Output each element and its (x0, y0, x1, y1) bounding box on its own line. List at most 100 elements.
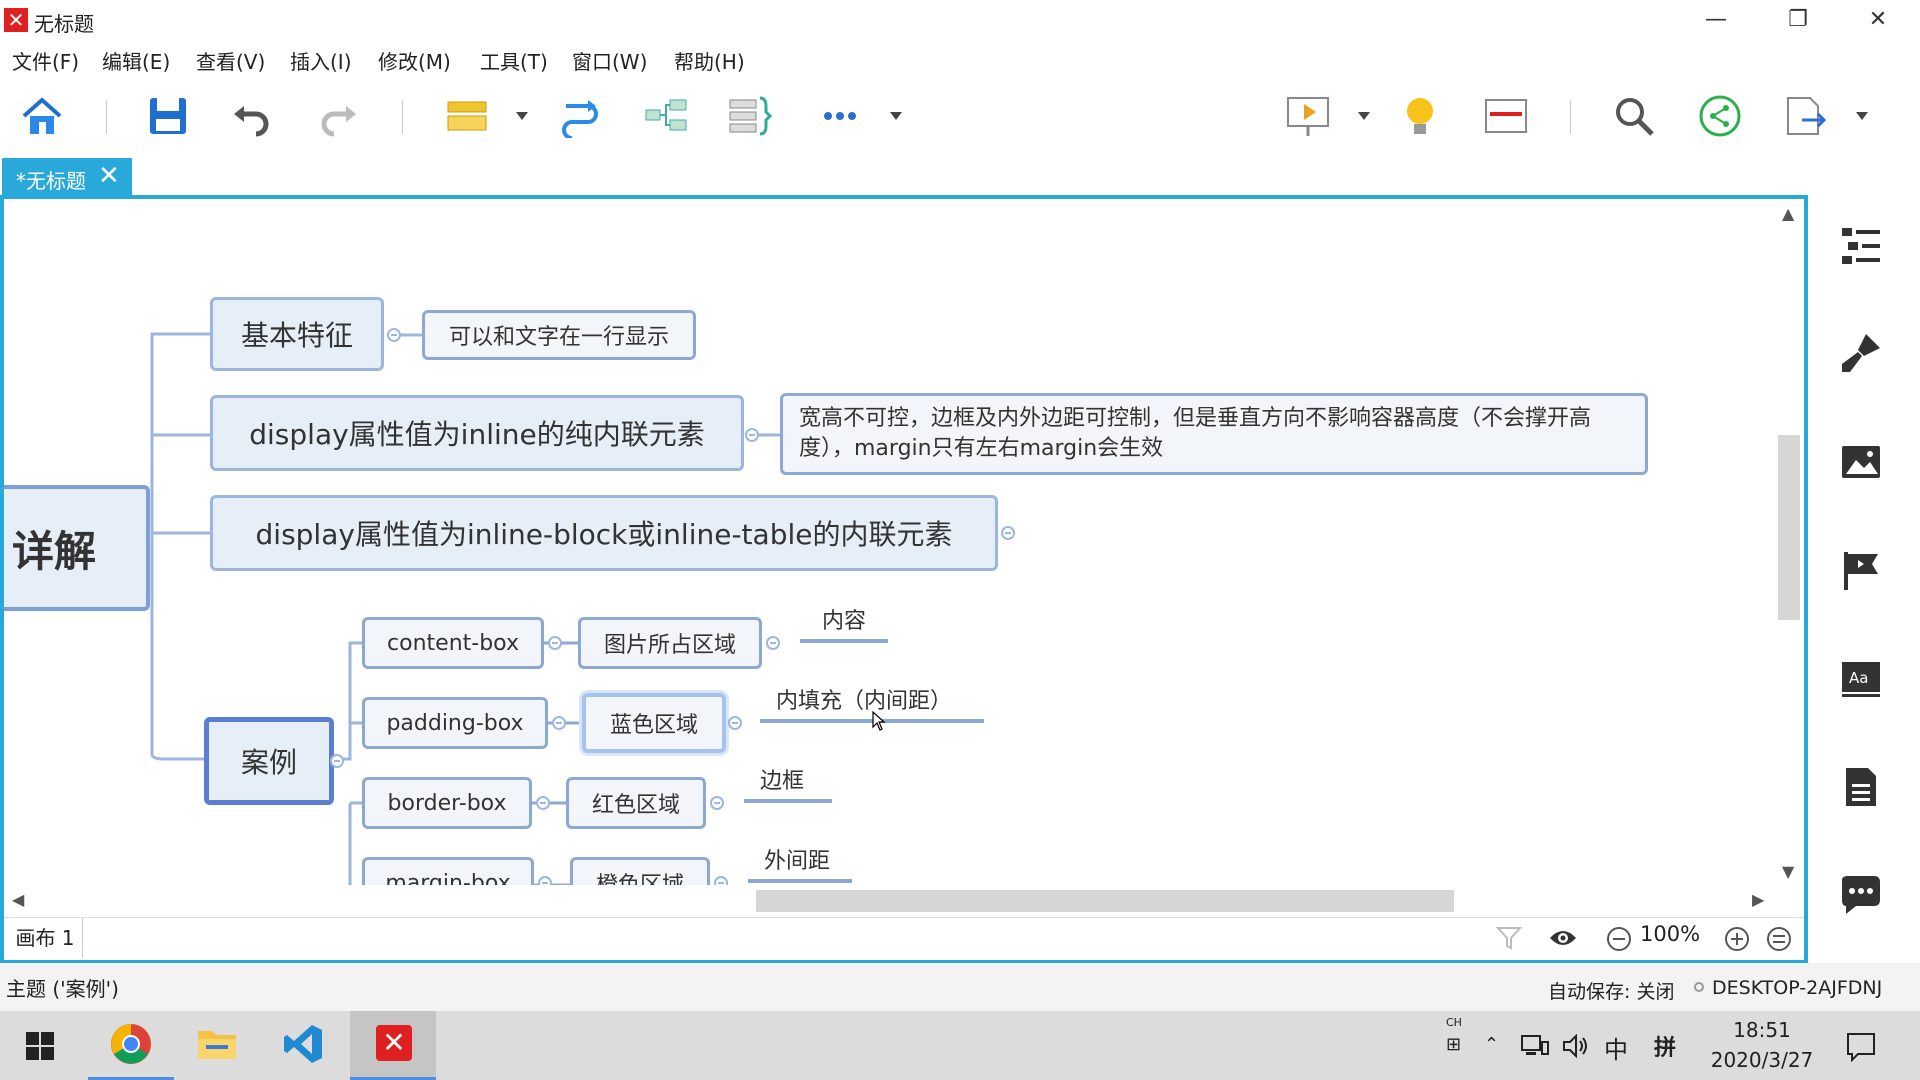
tab-close-icon[interactable]: ✕ (98, 161, 120, 191)
topic-inline[interactable]: display属性值为inline的纯内联元素 (210, 395, 744, 471)
image-panel-icon[interactable] (1838, 440, 1884, 486)
vertical-scroll-thumb[interactable] (1778, 435, 1800, 620)
idea-icon[interactable] (1398, 94, 1442, 138)
expand-toggle-icon[interactable] (1001, 526, 1015, 540)
presentation-dropdown-icon[interactable] (1358, 112, 1370, 120)
autosave-status[interactable]: 自动保存: 关闭 (1548, 977, 1674, 1004)
topic-icon[interactable] (446, 94, 490, 138)
horizontal-scroll-thumb[interactable] (756, 890, 1454, 912)
taskbar-chrome[interactable] (88, 1011, 174, 1080)
zoom-out-icon[interactable] (1606, 926, 1632, 952)
sheet-tab[interactable]: 画布 1 (8, 918, 83, 958)
collapse-toggle-icon[interactable] (387, 328, 401, 342)
scroll-right-icon[interactable]: ▶ (1752, 890, 1764, 909)
case-label-margin[interactable]: 外间距 (764, 843, 830, 875)
topic-basic-note[interactable]: 可以和文字在一行显示 (422, 310, 696, 360)
comments-panel-icon[interactable] (1838, 872, 1884, 918)
topic-basic-features[interactable]: 基本特征 (210, 297, 384, 371)
case-box-border[interactable]: border-box (362, 777, 532, 829)
taskbar-file-explorer[interactable] (174, 1011, 260, 1080)
menu-edit[interactable]: 编辑(E) (102, 46, 170, 75)
volume-icon[interactable] (1562, 1034, 1590, 1058)
menu-window[interactable]: 窗口(W) (572, 46, 647, 75)
export-icon[interactable] (1784, 94, 1828, 138)
fit-view-icon[interactable] (1766, 926, 1792, 952)
zoom-in-icon[interactable] (1724, 926, 1750, 952)
restore-button[interactable]: ❐ (1758, 0, 1838, 40)
collapse-toggle-icon[interactable] (745, 428, 759, 442)
summary-icon[interactable] (728, 94, 772, 138)
eye-icon[interactable] (1548, 926, 1578, 950)
collapse-toggle-icon[interactable] (552, 716, 566, 730)
save-icon[interactable] (146, 94, 190, 138)
menu-bar: 文件(F) 编辑(E) 查看(V) 插入(I) 修改(M) 工具(T) 窗口(W… (0, 40, 1920, 76)
more-dropdown-icon[interactable] (890, 112, 902, 120)
more-icon[interactable] (818, 94, 862, 138)
clock-date[interactable]: 2020/3/27 (1700, 1048, 1824, 1072)
export-dropdown-icon[interactable] (1856, 112, 1868, 120)
menu-view[interactable]: 查看(V) (196, 46, 265, 75)
taskbar-vscode[interactable] (260, 1011, 346, 1080)
collapse-toggle-icon[interactable] (766, 636, 780, 650)
case-label-content[interactable]: 内容 (822, 603, 866, 635)
case-area-padding[interactable]: 蓝色区域 (582, 693, 726, 753)
case-label-border[interactable]: 边框 (760, 763, 804, 795)
text-style-icon[interactable]: Aa (1838, 656, 1884, 702)
collapse-toggle-icon[interactable] (714, 876, 728, 885)
tray-expand-icon[interactable]: ⌃ (1484, 1034, 1499, 1055)
central-topic[interactable]: 详解 (4, 485, 150, 611)
outline-icon[interactable] (1484, 94, 1528, 138)
case-area-margin[interactable]: 橙色区域 (570, 857, 710, 885)
notification-icon[interactable] (1846, 1032, 1876, 1062)
relationship-icon[interactable] (558, 94, 602, 138)
topic-case[interactable]: 案例 (204, 717, 334, 805)
topic-inline-block[interactable]: display属性值为inline-block或inline-table的内联元… (210, 495, 998, 571)
title-bar (0, 0, 1920, 40)
undo-icon[interactable] (230, 94, 274, 138)
home-icon[interactable] (20, 94, 64, 138)
format-brush-icon[interactable] (1838, 330, 1884, 376)
collapse-toggle-icon[interactable] (548, 636, 562, 650)
ime-mode[interactable]: 拼 (1654, 1030, 1676, 1062)
tab-document[interactable]: *无标题 ✕ (2, 158, 132, 196)
start-icon[interactable] (26, 1032, 54, 1060)
structure-icon[interactable] (644, 94, 688, 138)
share-icon[interactable] (1698, 94, 1742, 138)
case-label-padding[interactable]: 内填充（内间距） (776, 683, 952, 715)
redo-icon[interactable] (316, 94, 360, 138)
scroll-up-icon[interactable]: ▲ (1782, 204, 1794, 223)
search-icon[interactable] (1612, 94, 1656, 138)
scroll-down-icon[interactable]: ▼ (1782, 862, 1794, 881)
case-area-content[interactable]: 图片所占区域 (578, 617, 762, 669)
close-window-button[interactable]: ✕ (1838, 0, 1918, 40)
marker-flag-icon[interactable] (1838, 548, 1884, 594)
case-area-border[interactable]: 红色区域 (566, 777, 706, 829)
menu-tools[interactable]: 工具(T) (480, 46, 548, 75)
collapse-toggle-icon[interactable] (710, 796, 724, 810)
case-box-margin[interactable]: margin-box (362, 857, 534, 885)
menu-modify[interactable]: 修改(M) (378, 46, 451, 75)
menu-help[interactable]: 帮助(H) (674, 46, 745, 75)
filter-icon[interactable] (1496, 926, 1522, 950)
presentation-icon[interactable] (1286, 94, 1330, 138)
ime-language[interactable]: 中 (1604, 1030, 1628, 1065)
mindmap-canvas[interactable]: 详解 基本特征 可以和文字在一行显示 display属性值为inline的纯内联… (4, 199, 1776, 885)
collapse-toggle-icon[interactable] (538, 876, 552, 885)
collapse-toggle-icon[interactable] (728, 716, 742, 730)
topic-inline-note[interactable]: 宽高不可控，边框及内外边距可控制，但是垂直方向不影响容器高度（不会撑开高 度），… (780, 393, 1648, 475)
network-icon[interactable] (1520, 1034, 1550, 1058)
menu-insert[interactable]: 插入(I) (290, 46, 352, 75)
case-box-content[interactable]: content-box (362, 617, 544, 669)
scroll-left-icon[interactable]: ◀ (12, 890, 24, 909)
taskbar-xmind[interactable]: ✕ (350, 1011, 436, 1080)
minimize-button[interactable]: — (1676, 0, 1756, 40)
clock-time[interactable]: 18:51 (1712, 1018, 1812, 1042)
collapse-toggle-icon[interactable] (330, 754, 344, 768)
collapse-toggle-icon[interactable] (536, 796, 550, 810)
notes-panel-icon[interactable] (1838, 764, 1884, 810)
keyboard-icon[interactable]: ⊞ (1446, 1034, 1461, 1055)
topic-dropdown-icon[interactable] (516, 112, 528, 120)
case-box-padding[interactable]: padding-box (362, 697, 548, 749)
menu-file[interactable]: 文件(F) (12, 46, 79, 75)
outline-panel-icon[interactable] (1838, 222, 1884, 268)
